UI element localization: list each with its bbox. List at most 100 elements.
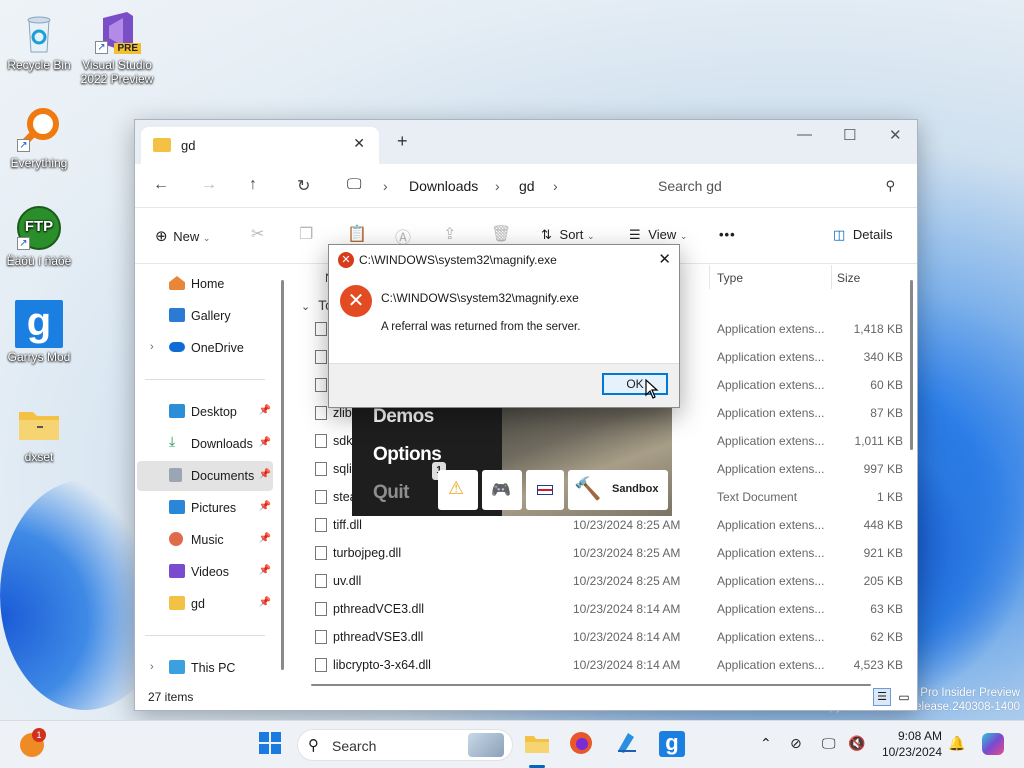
- copilot-icon[interactable]: [982, 733, 1004, 755]
- pin-icon[interactable]: 📌: [259, 469, 271, 480]
- game-menu-overlay[interactable]: Demos Options Quit 1 ⚠ 🎮 🔨 Sandbox: [352, 396, 672, 516]
- breadcrumb-downloads[interactable]: Downloads: [409, 178, 478, 194]
- sidebar-item-documents[interactable]: Documents 📌: [137, 461, 273, 491]
- new-tab-button[interactable]: +: [397, 131, 408, 152]
- sidebar-item-label: Documents: [191, 469, 255, 483]
- gamemode-sandbox-button[interactable]: 🔨 Sandbox: [568, 470, 668, 510]
- close-window-button[interactable]: ✕: [889, 126, 902, 144]
- desktop-icon-visual-studio[interactable]: PRE ↗ Visual Studio 2022 Preview: [79, 8, 155, 86]
- details-pane-button[interactable]: ◫ Details: [833, 227, 893, 243]
- taskbar-search-input[interactable]: Search: [332, 738, 376, 754]
- file-size: 205 KB: [863, 574, 903, 588]
- taskbar-file-explorer[interactable]: [524, 731, 550, 757]
- sidebar-item-downloads[interactable]: ⤓ Downloads 📌: [137, 429, 273, 459]
- title-bar[interactable]: gd ✕ + — ☐ ✕: [135, 120, 917, 164]
- search-icon: ⚲: [308, 737, 319, 754]
- network-offline-icon[interactable]: ⊘: [790, 735, 802, 752]
- dialog-close-button[interactable]: ✕: [658, 250, 671, 268]
- menu-options[interactable]: Options: [373, 444, 442, 466]
- taskbar-search-box[interactable]: ⚲ Search: [297, 729, 513, 761]
- display-icon[interactable]: 🖵: [822, 735, 836, 752]
- close-tab-icon[interactable]: ✕: [353, 135, 365, 152]
- desktop-icon-ftp[interactable]: FTP ↗ Ëäõü í ñàõè: [1, 204, 77, 268]
- share-icon[interactable]: ⇪: [443, 224, 456, 244]
- search-box[interactable]: Search gd ⚲: [645, 170, 907, 202]
- sidebar-item-home[interactable]: Home: [137, 269, 273, 299]
- chevron-right-icon[interactable]: ›: [150, 341, 154, 353]
- pin-icon[interactable]: 📌: [259, 597, 271, 608]
- paste-icon[interactable]: 📋: [347, 224, 367, 244]
- menu-quit[interactable]: Quit: [373, 482, 410, 504]
- start-button[interactable]: [258, 731, 284, 757]
- pin-icon[interactable]: 📌: [259, 405, 271, 416]
- table-row[interactable]: pthreadVSE3.dll 10/23/2024 8:14 AM Applica…: [291, 623, 911, 651]
- forward-button[interactable]: →: [201, 176, 217, 194]
- more-options-button[interactable]: •••: [719, 227, 736, 242]
- sidebar-scrollbar[interactable]: [281, 280, 284, 670]
- sidebar-item-label: Desktop: [191, 405, 237, 419]
- pin-icon[interactable]: 📌: [259, 565, 271, 576]
- desktop-icon-everything[interactable]: ↗ Everything: [1, 106, 77, 170]
- file-type: Application extens...: [717, 406, 825, 420]
- search-input[interactable]: Search gd: [658, 178, 722, 194]
- notification-bell-icon[interactable]: 🔔: [948, 735, 965, 752]
- file-name: uv.dll: [333, 574, 362, 588]
- pin-icon[interactable]: 📌: [259, 501, 271, 512]
- details-view-button[interactable]: ☰: [873, 688, 891, 706]
- tiles-view-button[interactable]: ▭: [895, 688, 913, 706]
- column-header-size[interactable]: Size: [837, 271, 860, 285]
- sidebar-item-this-pc[interactable]: › This PC: [137, 653, 273, 683]
- gamepad-icon: 🎮: [491, 482, 511, 499]
- music-icon: [169, 532, 183, 546]
- up-button[interactable]: ↑: [249, 176, 257, 194]
- taskbar-firefox[interactable]: [569, 731, 595, 757]
- address-bar[interactable]: 🖵 › Downloads › gd ›: [339, 170, 633, 202]
- recycle-bin-icon: [15, 8, 63, 56]
- sidebar-item-onedrive[interactable]: › OneDrive: [137, 333, 273, 363]
- sort-button[interactable]: ⇅ Sort ⌄: [541, 227, 595, 243]
- pin-icon[interactable]: 📌: [259, 533, 271, 544]
- taskbar-garrys-mod[interactable]: g: [659, 731, 685, 757]
- clock[interactable]: 9:08 AM 10/23/2024: [872, 728, 942, 760]
- sidebar-item-gd[interactable]: gd 📌: [137, 589, 273, 619]
- desktop-icon-dxset[interactable]: dxset: [1, 400, 77, 464]
- volume-muted-icon[interactable]: 🔇: [848, 735, 865, 752]
- breadcrumb-gd[interactable]: gd: [519, 178, 535, 194]
- column-header-type[interactable]: Type: [717, 271, 743, 285]
- file-icon: [315, 378, 327, 392]
- gamemode-button[interactable]: 🎮: [482, 470, 522, 510]
- back-button[interactable]: ←: [153, 176, 169, 194]
- cut-icon[interactable]: ✂: [251, 224, 264, 244]
- tab-gd[interactable]: gd ✕: [141, 127, 379, 164]
- table-row[interactable]: pthreadVCE3.dll 10/23/2024 8:14 AM Applica…: [291, 595, 911, 623]
- new-button[interactable]: ⊕ New ⌄: [155, 227, 210, 245]
- chevron-right-icon: ›: [495, 178, 500, 194]
- sidebar-item-music[interactable]: Music 📌: [137, 525, 273, 555]
- menu-demos[interactable]: Demos: [373, 406, 434, 428]
- copy-icon[interactable]: ❐: [299, 224, 313, 244]
- table-row[interactable]: uv.dll 10/23/2024 8:25 AM Application exte…: [291, 567, 911, 595]
- shortcut-arrow-icon: ↗: [17, 237, 30, 250]
- desktop-icon-recycle-bin[interactable]: Recycle Bin: [1, 8, 77, 72]
- table-row[interactable]: turbojpeg.dll 10/23/2024 8:25 AM Applicati…: [291, 539, 911, 567]
- sidebar-item-pictures[interactable]: Pictures 📌: [137, 493, 273, 523]
- sidebar-item-videos[interactable]: Videos 📌: [137, 557, 273, 587]
- refresh-button[interactable]: ↻: [297, 176, 310, 196]
- taskbar-app-editor[interactable]: [614, 731, 640, 757]
- table-row[interactable]: libcrypto-3-x64.dll 10/23/2024 8:14 AM App…: [291, 651, 911, 679]
- chevron-right-icon[interactable]: ›: [150, 661, 154, 673]
- pin-icon[interactable]: 📌: [259, 437, 271, 448]
- desktop-icon-garrys-mod[interactable]: g Garrys Mod: [1, 300, 77, 364]
- maximize-button[interactable]: ☐: [843, 126, 856, 144]
- show-hidden-icons-chevron[interactable]: ⌃: [760, 735, 772, 752]
- dialog-title-bar[interactable]: ✕ C:\WINDOWS\system32\magnify.exe ✕: [329, 245, 679, 275]
- problems-button[interactable]: ⚠: [438, 470, 478, 510]
- sidebar-item-gallery[interactable]: Gallery: [137, 301, 273, 331]
- minimize-button[interactable]: —: [797, 126, 812, 143]
- delete-icon[interactable]: 🗑: [491, 224, 511, 244]
- sidebar-item-desktop[interactable]: Desktop 📌: [137, 397, 273, 427]
- file-list-scrollbar[interactable]: [910, 280, 913, 450]
- language-button[interactable]: [526, 470, 564, 510]
- view-button[interactable]: ☰ View ⌄: [629, 227, 687, 243]
- error-dialog[interactable]: ✕ C:\WINDOWS\system32\magnify.exe ✕ ✕ C:…: [328, 244, 680, 408]
